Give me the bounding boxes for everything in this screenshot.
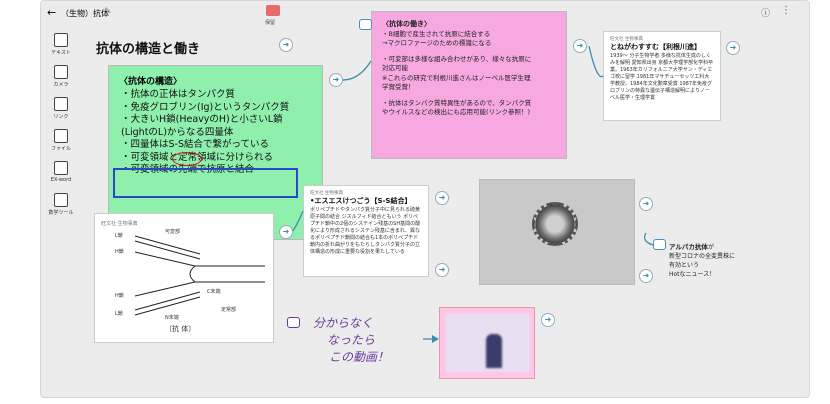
label-h-chain: H鎖 — [115, 249, 124, 255]
more-menu-icon[interactable]: ⋮ — [781, 5, 791, 16]
video-thumbnail[interactable] — [439, 307, 535, 379]
math-tool-icon — [54, 193, 68, 207]
structure-line: ・免疫グロブリン(Ig)というタンパク質 — [121, 101, 290, 113]
handwritten-note[interactable]: 分からなく なったら この動画！ — [291, 315, 389, 366]
board-heading: 抗体の構造と働き — [96, 42, 201, 57]
function-line: ・可変部は多様な組み合わせがあり、様々な抗原に — [382, 54, 532, 63]
text-icon — [54, 33, 68, 47]
alpaca-title: アルパカ抗体 — [669, 243, 708, 251]
tonegawa-card[interactable]: 旺文社 生物事典 とねがわすすむ【利根川進】 1939～ 分子生物学者 多様な抗… — [603, 31, 721, 121]
label-c-terminal: C末端 — [207, 289, 221, 295]
virus-particle — [532, 202, 578, 246]
label-h-chain: H鎖 — [115, 293, 124, 299]
function-line: ・抗体はタンパク質特異性があるので、タンパク質 — [382, 98, 532, 107]
link-arrow-icon[interactable]: ➜ — [435, 263, 449, 277]
exword-icon — [54, 161, 68, 175]
edit-title-icon[interactable]: ✎ — [104, 7, 112, 17]
function-line: ・B細胞で産生されて抗原に結合する — [382, 29, 491, 38]
back-arrow-icon[interactable]: ← — [47, 6, 56, 19]
tool-link[interactable]: リンク — [43, 97, 79, 120]
alpaca-line: 有効という — [669, 262, 700, 269]
function-line: 学賞受賞！ — [382, 83, 415, 91]
tool-text[interactable]: テキスト — [43, 33, 79, 56]
function-line: ※これらの研究で利根川進さんはノーベル医学生理 — [382, 73, 531, 82]
folder-icon[interactable] — [266, 5, 280, 16]
label-l-chain: L鎖 — [115, 233, 123, 239]
link-arrow-icon[interactable]: ➜ — [541, 313, 555, 327]
handwriting-line: この動画！ — [329, 350, 390, 364]
link-arrow-icon[interactable]: ➜ — [279, 38, 293, 52]
help-icon[interactable]: ⓘ — [761, 6, 770, 19]
presenter-figure — [486, 334, 502, 368]
card-body: 1939～ 分子生物学者 多様な抗体生成のしくみを解明 愛知県出身 京都大学理学… — [610, 53, 714, 101]
board-title-bar: （生物）抗体 — [61, 9, 109, 18]
function-line: →マクロファージのための標識になる — [382, 39, 492, 47]
video-preview — [446, 314, 530, 372]
board-canvas[interactable]: ← （生物）抗体 ✎ 保留 ⓘ ⋮ テキスト カメラ リンク ファイル EX-w… — [40, 0, 810, 398]
link-arrow-icon[interactable]: ➜ — [726, 41, 740, 55]
structure-line: ・大きいH鎖(HeavyのH)と小さいL鎖 — [121, 114, 283, 125]
link-arrow-icon[interactable]: ➜ — [435, 191, 449, 205]
antibody-diagram[interactable]: 旺文社 生物事典 可変部 L鎖 H鎖 H鎖 L鎖 C末端 N末端 定常部 〔抗 … — [94, 213, 274, 343]
handwriting-line: なったら — [327, 333, 376, 347]
function-heading: 〈抗体の働き〉 — [382, 20, 431, 28]
structure-heading: 〈抗体の構造〉 — [119, 77, 183, 87]
ss-bond-card[interactable]: 旺文社 生物事典 •エスエスけつごう【S-S結合】 ポリペプチドやタンパク質分子… — [303, 185, 429, 277]
alpaca-line: 新型コロナの全変異株に — [669, 253, 736, 260]
alpaca-suffix: が — [707, 244, 714, 251]
tool-camera[interactable]: カメラ — [43, 65, 79, 88]
label-variable: 可変部 — [165, 229, 181, 235]
structure-line: (LightのL)からなる四量体 — [121, 126, 234, 138]
structure-line: ・可変領域と定常領域に分けられる — [121, 151, 274, 163]
structure-line: ・四量体はS-S結合で繋がっている — [121, 139, 270, 150]
function-line: やウイルスなどの検出にも応用可能(リンク参照！) — [382, 108, 531, 116]
structure-line: ・抗体の正体はタンパク質 — [121, 89, 236, 100]
link-arrow-icon[interactable]: ➜ — [573, 39, 587, 53]
alpaca-line: Hotなニュース！ — [669, 271, 716, 278]
link-arrow-icon[interactable]: ➜ — [279, 225, 293, 239]
camera-icon — [54, 65, 68, 79]
comment-icon[interactable] — [359, 19, 372, 30]
label-constant: 定常部 — [221, 307, 237, 313]
tool-math[interactable]: 数学ツール — [43, 193, 79, 216]
card-keyword: とねがわすすむ【利根川進】 — [610, 43, 701, 51]
function-line: 対応可能 — [382, 64, 408, 72]
card-body: ポリペプチドやタンパク質分子中に見られる硫黄原子間の結合 ジスルフィド結合ともい… — [310, 207, 421, 255]
link-arrow-icon[interactable]: ➜ — [639, 197, 653, 211]
ss-circle-annotation — [172, 152, 202, 166]
link-arrow-icon[interactable]: ➜ — [329, 73, 343, 87]
label-n-terminal: N末端 — [165, 315, 179, 321]
diagram-caption: 〔抗 体〕 — [165, 325, 196, 333]
highlight-box — [113, 168, 298, 198]
handwriting-line: 分からなく — [313, 316, 374, 330]
folder-label: 保留 — [265, 20, 276, 26]
card-publisher: 旺文社 生物事典 — [610, 37, 643, 42]
link-icon — [54, 97, 68, 111]
label-l-chain: L鎖 — [115, 311, 123, 317]
alpaca-note[interactable]: アルパカ抗体が 新型コロナの全変異株に 有効という Hotなニュース！ — [651, 243, 735, 279]
card-publisher: 旺文社 生物事典 — [310, 191, 343, 196]
function-note[interactable]: 〈抗体の働き〉 ・B細胞で産生されて抗原に結合する →マクロファージのための標識… — [371, 11, 567, 159]
tool-exword[interactable]: EX-word — [43, 161, 79, 183]
file-icon — [54, 129, 68, 143]
tool-file[interactable]: ファイル — [43, 129, 79, 152]
card-keyword: •エスエスけつごう【S-S結合】 — [310, 197, 412, 205]
antibody-micrograph[interactable] — [479, 179, 635, 285]
